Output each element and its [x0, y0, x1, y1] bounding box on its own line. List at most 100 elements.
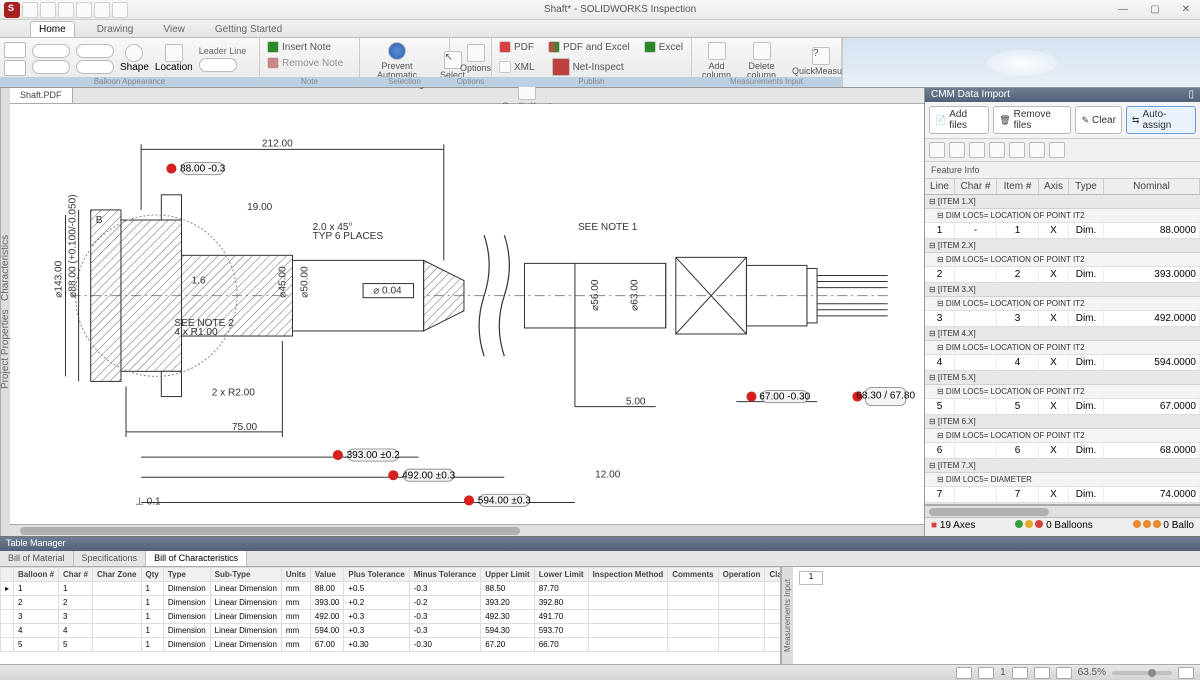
- item-row[interactable]: 77 XDim.74.0000: [925, 487, 1200, 502]
- item-head[interactable]: ⊟ [ITEM 4.X]: [925, 327, 1200, 341]
- th-subtype[interactable]: Sub-Type: [210, 568, 281, 582]
- col-nominal[interactable]: Nominal: [1104, 179, 1200, 194]
- clear-button[interactable]: ✎Clear: [1075, 106, 1121, 134]
- th-value[interactable]: Value: [310, 568, 343, 582]
- th-type[interactable]: Type: [163, 568, 210, 582]
- th-char-zone[interactable]: Char Zone: [92, 568, 141, 582]
- pub-pdf-excel-button[interactable]: PDF and Excel: [545, 40, 633, 54]
- options-button[interactable]: Options: [454, 42, 497, 75]
- balloon-style-3[interactable]: [76, 44, 114, 58]
- pub-pdf-button[interactable]: PDF: [496, 40, 537, 54]
- item-head[interactable]: ⊟ [ITEM 7.X]: [925, 459, 1200, 473]
- insert-note-button[interactable]: Insert Note: [264, 40, 334, 54]
- qat-save-icon[interactable]: [58, 2, 74, 18]
- item-head[interactable]: ⊟ [ITEM 5.X]: [925, 371, 1200, 385]
- item-head[interactable]: ⊟ [ITEM 2.X]: [925, 239, 1200, 253]
- tab-view[interactable]: View: [155, 22, 193, 37]
- th-qty[interactable]: Qty: [141, 568, 163, 582]
- fit-page-icon[interactable]: [1056, 667, 1072, 679]
- col-type[interactable]: Type: [1069, 179, 1104, 194]
- tab-drawing[interactable]: Drawing: [89, 22, 142, 37]
- document-tab[interactable]: Shaft.PDF: [10, 88, 73, 103]
- item-row[interactable]: 55 XDim.67.0000: [925, 399, 1200, 414]
- th-lower[interactable]: Lower Limit: [534, 568, 588, 582]
- th-balloon[interactable]: Balloon #: [14, 568, 59, 582]
- cmm-item-block[interactable]: ⊟ [ITEM 5.X] ⊟ DIM LOC5= LOCATION OF POI…: [925, 371, 1200, 415]
- zoom-in-icon[interactable]: [1178, 667, 1194, 679]
- left-sidebar[interactable]: Project Properties Characteristics: [0, 88, 10, 536]
- nav-first-icon[interactable]: [956, 667, 972, 679]
- close-button[interactable]: ✕: [1176, 4, 1196, 15]
- th-method[interactable]: Inspection Method: [588, 568, 668, 582]
- qat-new-icon[interactable]: [22, 2, 38, 18]
- drawing-canvas[interactable]: 212.00 19.00 2.0 x 45° TYP 6 PLACES SEE …: [10, 104, 924, 524]
- tab-specifications[interactable]: Specifications: [74, 551, 147, 566]
- balloon-style-4[interactable]: [76, 60, 114, 74]
- view-icon-7[interactable]: [1049, 142, 1065, 158]
- th-operation[interactable]: Operation: [718, 568, 765, 582]
- pub-excel-button[interactable]: Excel: [641, 40, 686, 54]
- cmm-hscroll[interactable]: [925, 505, 1200, 517]
- qat-print-icon[interactable]: [76, 2, 92, 18]
- balloon-style-1[interactable]: [32, 44, 70, 58]
- nav-prev-icon[interactable]: [978, 667, 994, 679]
- minimize-button[interactable]: —: [1112, 4, 1134, 15]
- measurement-cell-1[interactable]: 1: [799, 571, 823, 585]
- location-icon[interactable]: [165, 44, 183, 62]
- table-row[interactable]: 331DimensionLinear Dimensionmm492.00+0.3…: [1, 610, 781, 624]
- view-icon-4[interactable]: [989, 142, 1005, 158]
- font-size-icon[interactable]: [4, 42, 26, 58]
- tab-home[interactable]: Home: [30, 21, 75, 37]
- cmm-item-block[interactable]: ⊟ [ITEM 7.X] ⊟ DIM LOC5= DIAMETER 77 XDi…: [925, 459, 1200, 503]
- tab-bill-of-material[interactable]: Bill of Material: [0, 551, 74, 566]
- item-row[interactable]: 1-1 XDim.88.0000: [925, 223, 1200, 238]
- cmm-item-block[interactable]: ⊟ [ITEM 6.X] ⊟ DIM LOC5= LOCATION OF POI…: [925, 415, 1200, 459]
- col-item[interactable]: Item #: [997, 179, 1039, 194]
- leader-sample[interactable]: [199, 58, 237, 72]
- measurements-strip-label[interactable]: Measurements Input: [781, 567, 793, 664]
- shape-icon[interactable]: [125, 44, 143, 62]
- th-classification[interactable]: Classification: [765, 568, 780, 582]
- remove-note-button[interactable]: Remove Note: [264, 56, 346, 70]
- qat-redo-icon[interactable]: [112, 2, 128, 18]
- cmm-item-block[interactable]: ⊟ [ITEM 2.X] ⊟ DIM LOC5= LOCATION OF POI…: [925, 239, 1200, 283]
- th-plus-tol[interactable]: Plus Tolerance: [344, 568, 409, 582]
- auto-assign-button[interactable]: ⇆Auto-assign: [1126, 106, 1196, 134]
- col-char[interactable]: Char #: [955, 179, 997, 194]
- th-char[interactable]: Char #: [59, 568, 93, 582]
- view-icon-5[interactable]: [1009, 142, 1025, 158]
- item-row[interactable]: 66 XDim.68.0000: [925, 443, 1200, 458]
- maximize-button[interactable]: ▢: [1144, 4, 1165, 15]
- zoom-slider[interactable]: [1112, 671, 1172, 675]
- item-row[interactable]: 44 XDim.594.0000: [925, 355, 1200, 370]
- font-color-icon[interactable]: [4, 60, 26, 76]
- add-files-button[interactable]: 📄Add files: [929, 106, 989, 134]
- th-comments[interactable]: Comments: [668, 568, 718, 582]
- table-row[interactable]: ▸111DimensionLinear Dimensionmm88.00+0.5…: [1, 582, 781, 596]
- panel-pin-icon[interactable]: ▯: [1188, 89, 1194, 101]
- item-head[interactable]: ⊟ [ITEM 3.X]: [925, 283, 1200, 297]
- cmm-item-block[interactable]: ⊟ [ITEM 3.X] ⊟ DIM LOC5= LOCATION OF POI…: [925, 283, 1200, 327]
- table-row[interactable]: 441DimensionLinear Dimensionmm594.00+0.3…: [1, 624, 781, 638]
- view-icon-6[interactable]: [1029, 142, 1045, 158]
- th-units[interactable]: Units: [281, 568, 310, 582]
- drawing-hscroll[interactable]: [10, 524, 924, 536]
- pub-xml-button[interactable]: XML: [496, 60, 538, 74]
- add-column-button[interactable]: Add column: [696, 40, 737, 82]
- nav-last-icon[interactable]: [1034, 667, 1050, 679]
- cmm-item-block[interactable]: ⊟ [ITEM 4.X] ⊟ DIM LOC5= LOCATION OF POI…: [925, 327, 1200, 371]
- net-inspect-button[interactable]: Net-Inspect: [546, 56, 630, 78]
- balloon-style-2[interactable]: [32, 60, 70, 74]
- view-icon-3[interactable]: [969, 142, 985, 158]
- table-row[interactable]: 551DimensionLinear Dimensionmm67.00+0.30…: [1, 638, 781, 652]
- col-line[interactable]: Line: [925, 179, 955, 194]
- cmm-items-list[interactable]: ⊟ [ITEM 1.X] ⊟ DIM LOC5= LOCATION OF POI…: [925, 195, 1200, 505]
- nav-next-icon[interactable]: [1012, 667, 1028, 679]
- table-row[interactable]: 221DimensionLinear Dimensionmm393.00+0.2…: [1, 596, 781, 610]
- item-row[interactable]: 33 XDim.492.0000: [925, 311, 1200, 326]
- th-upper[interactable]: Upper Limit: [481, 568, 534, 582]
- cmm-item-block[interactable]: ⊟ [ITEM 1.X] ⊟ DIM LOC5= LOCATION OF POI…: [925, 195, 1200, 239]
- col-axis[interactable]: Axis: [1039, 179, 1069, 194]
- item-head[interactable]: ⊟ [ITEM 6.X]: [925, 415, 1200, 429]
- tab-getting-started[interactable]: Getting Started: [207, 22, 290, 37]
